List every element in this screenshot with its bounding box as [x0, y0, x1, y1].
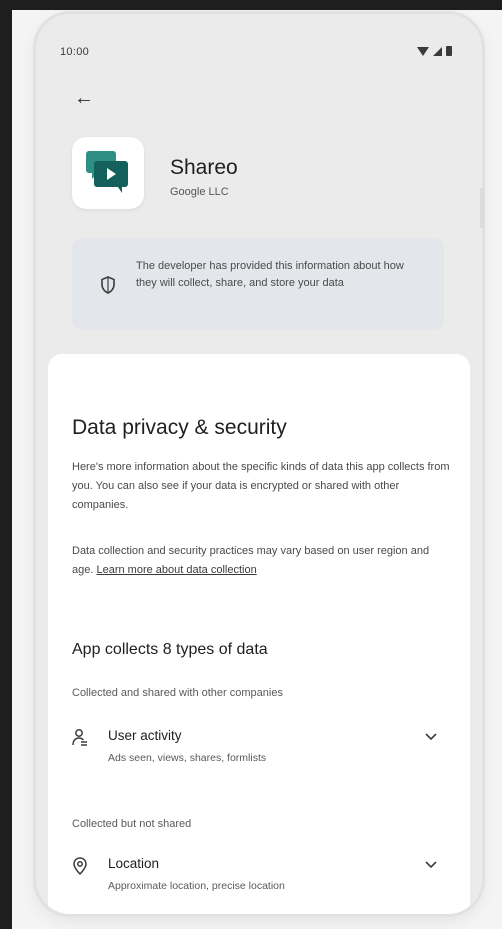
developer-info-text: The developer has provided this informat… [136, 260, 404, 289]
chevron-down-icon[interactable] [424, 732, 438, 742]
location-icon [73, 857, 87, 876]
data-item-title: Location [108, 856, 160, 871]
group-label-shared: Collected and shared with other companie… [72, 687, 283, 699]
back-button[interactable]: ← [70, 84, 98, 112]
app-developer[interactable]: Google LLC [170, 186, 229, 198]
wifi-icon [417, 47, 429, 56]
chevron-down-icon[interactable] [424, 860, 438, 870]
group-label-not-shared: Collected but not shared [72, 818, 192, 830]
chat-video-icon [86, 151, 128, 193]
status-bar: 10:00 [60, 44, 456, 62]
signal-icon [433, 47, 442, 56]
battery-icon [446, 46, 452, 56]
privacy-description: Here's more information about the specif… [72, 461, 450, 511]
data-item-subtitle: Approximate location, precise location [108, 880, 285, 892]
data-item-user-activity[interactable]: User activity Ads seen, views, shares, f… [66, 724, 452, 774]
status-time: 10:00 [60, 46, 90, 58]
app-name: Shareo [170, 156, 238, 179]
app-icon [72, 137, 144, 209]
data-item-title: User activity [108, 728, 182, 743]
data-types-title: App collects 8 types of data [72, 641, 268, 658]
data-item-location[interactable]: Location Approximate location, precise l… [66, 852, 452, 902]
developer-info-card: The developer has provided this informat… [72, 238, 444, 330]
data-item-subtitle: Ads seen, views, shares, formlists [108, 752, 267, 764]
user-activity-icon [72, 729, 87, 746]
phone-side-button [480, 188, 485, 228]
privacy-title: Data privacy & security [72, 416, 287, 439]
phone-frame: 10:00 ← Shareo Google LLC The developer … [36, 14, 482, 914]
privacy-disclaimer: Data collection and security practices m… [72, 542, 450, 580]
privacy-sheet: Data privacy & security Here's more info… [48, 354, 470, 914]
arrow-back-icon: ← [74, 86, 94, 109]
shield-icon [101, 276, 115, 294]
status-icons [417, 46, 452, 56]
learn-more-link[interactable]: Learn more about data collection [96, 564, 256, 576]
